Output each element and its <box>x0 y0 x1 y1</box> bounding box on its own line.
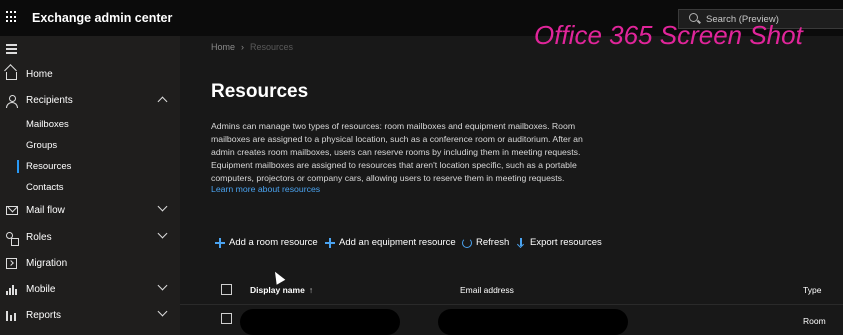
app-launcher-icon[interactable] <box>6 11 18 23</box>
mobile-icon <box>6 284 17 295</box>
sidebar-item-mail-flow[interactable]: Mail flow <box>0 199 180 223</box>
breadcrumb-home[interactable]: Home <box>211 42 235 52</box>
sidebar-item-mobile[interactable]: Mobile <box>0 278 180 302</box>
sidebar-item-label: Home <box>26 69 53 80</box>
add-icon <box>215 238 225 248</box>
redacted-display-name <box>240 309 400 335</box>
redacted-email <box>438 309 628 335</box>
refresh-label: Refresh <box>476 237 510 248</box>
add-room-resource-label: Add a room resource <box>229 237 318 248</box>
sidebar-item-roles[interactable]: Roles <box>0 226 180 250</box>
breadcrumb-current: Resources <box>250 42 294 52</box>
add-icon <box>325 238 335 248</box>
type-cell: Room <box>803 316 826 326</box>
home-icon <box>6 72 17 80</box>
sidebar-item-label: Resources <box>26 161 72 172</box>
sidebar-item-recipients[interactable]: Recipients <box>0 89 180 113</box>
sidebar-item-label: Contacts <box>26 182 64 193</box>
sidebar-item-label: Mailboxes <box>26 119 69 130</box>
export-resources-label: Export resources <box>530 237 602 248</box>
sidebar-item-label: Reports <box>26 310 62 321</box>
chevron-down-icon <box>157 306 168 317</box>
chevron-down-icon <box>157 228 168 239</box>
table-row[interactable]: Room <box>180 304 843 335</box>
column-label: Display name <box>250 285 305 295</box>
reports-icon <box>6 310 17 321</box>
chevron-down-icon <box>157 280 168 291</box>
sidebar-item-label: Mail flow <box>26 205 65 216</box>
chevron-down-icon <box>157 201 168 212</box>
column-header-display-name[interactable]: Display name ↑ <box>250 285 313 295</box>
learn-more-link[interactable]: Learn more about resources <box>211 184 320 194</box>
person-icon <box>6 95 18 108</box>
migration-icon <box>6 258 17 269</box>
row-checkbox[interactable] <box>221 313 232 324</box>
sidebar-item-contacts[interactable]: Contacts <box>0 176 180 200</box>
app-title: Exchange admin center <box>32 11 173 25</box>
breadcrumb: Home › Resources <box>211 42 293 52</box>
sidebar-item-label: Recipients <box>26 95 73 106</box>
sidebar-item-label: Mobile <box>26 284 56 295</box>
column-header-type[interactable]: Type <box>803 285 821 295</box>
add-equipment-resource-label: Add an equipment resource <box>339 237 456 248</box>
refresh-icon <box>462 238 472 248</box>
watermark-text: Office 365 Screen Shot <box>534 20 803 50</box>
sidebar-item-label: Groups <box>26 140 58 151</box>
mail-icon <box>6 206 18 215</box>
sidebar-item-reports[interactable]: Reports <box>0 304 180 328</box>
column-header-email[interactable]: Email address <box>460 285 514 295</box>
sort-ascending-icon: ↑ <box>308 285 314 295</box>
chevron-up-icon <box>157 96 168 107</box>
selected-indicator <box>17 160 19 173</box>
select-all-checkbox[interactable] <box>221 284 232 295</box>
hamburger-menu-icon[interactable] <box>6 44 17 56</box>
sidebar-item-home[interactable]: Home <box>0 63 180 87</box>
breadcrumb-separator: › <box>241 42 245 52</box>
page-description: Admins can manage two types of resources… <box>211 121 583 183</box>
page-title: Resources <box>211 81 309 102</box>
main-content: Home › Resources Resources Admins can mana… <box>180 36 843 335</box>
sidebar-item-label: Migration <box>26 258 68 269</box>
sidebar-item-label: Roles <box>26 232 52 243</box>
download-icon <box>516 238 526 248</box>
roles-icon <box>6 232 19 246</box>
sidebar: Home Recipients Mailboxes Groups Resourc… <box>0 36 180 335</box>
sidebar-item-migration[interactable]: Migration <box>0 252 180 276</box>
